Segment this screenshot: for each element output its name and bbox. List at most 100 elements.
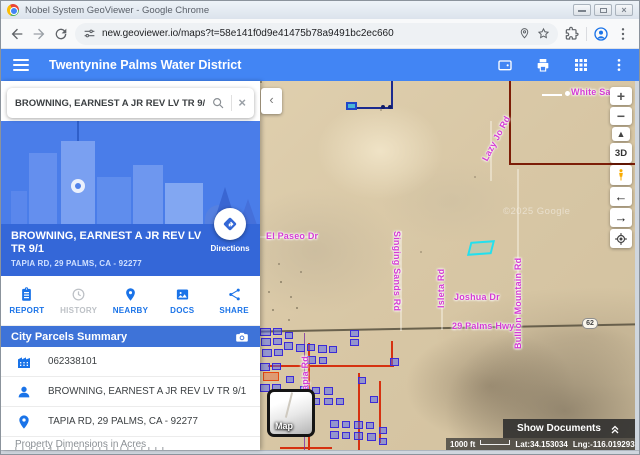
summary-row-apn[interactable]: 062338101 — [1, 347, 260, 377]
action-nearby-button[interactable]: NEARBY — [105, 276, 157, 325]
selected-parcel[interactable] — [263, 372, 279, 381]
parcel[interactable] — [342, 421, 350, 428]
zoom-out-button[interactable]: − — [610, 107, 632, 125]
address-bar[interactable]: new.geoviewer.io/maps?t=58e141f0d9e41475… — [75, 23, 558, 45]
search-input[interactable]: BROWNING, EARNEST A JR REV LV TR 9/1 — [15, 98, 205, 109]
apps-grid-icon[interactable] — [573, 57, 589, 73]
action-docs-button[interactable]: DOCS — [156, 276, 208, 325]
parcel[interactable] — [273, 338, 282, 345]
clipped-value-row — [15, 447, 165, 450]
parcel[interactable] — [261, 338, 271, 346]
parcel[interactable] — [319, 357, 327, 364]
my-location-icon[interactable] — [610, 229, 632, 248]
history-icon — [71, 287, 86, 302]
parcel[interactable] — [274, 349, 283, 356]
reload-icon[interactable] — [53, 26, 69, 42]
browser-menu-icon[interactable] — [615, 26, 631, 42]
forward-icon[interactable] — [31, 26, 47, 42]
history-forward-button[interactable]: → — [610, 208, 632, 227]
map-type-toggle[interactable]: Map — [267, 389, 315, 437]
parcel[interactable] — [354, 432, 363, 440]
parcel[interactable] — [358, 377, 366, 384]
summary-row-address[interactable]: TAPIA RD, 29 PALMS, CA - 92277 — [1, 407, 260, 437]
location-pin-icon[interactable] — [518, 27, 531, 40]
parcel[interactable] — [296, 344, 305, 352]
directions-button[interactable] — [214, 208, 246, 240]
show-documents-button[interactable]: Show Documents — [503, 419, 635, 438]
map-canvas[interactable]: 62 ©2025 Google ‹ + − ▲ 3D ← → Map Show … — [260, 81, 635, 450]
place-info: BROWNING, EARNEST A JR REV LV TR 9/1 TAP… — [1, 224, 260, 276]
back-icon[interactable] — [9, 26, 25, 42]
place-illustration — [1, 121, 260, 224]
parcel[interactable] — [379, 427, 387, 434]
map-label-isleta-rd: Isleta Rd — [436, 269, 446, 308]
minimize-button[interactable] — [573, 4, 591, 16]
parcel[interactable] — [390, 358, 399, 366]
app-menu-dots-icon[interactable] — [611, 57, 627, 73]
address-icon — [16, 414, 32, 430]
parcel[interactable] — [324, 387, 333, 395]
collapse-panel-icon[interactable]: ‹ — [261, 88, 282, 114]
pipeline-marker[interactable] — [346, 102, 357, 110]
clear-search-icon[interactable]: × — [238, 96, 246, 110]
menu-hamburger-icon[interactable] — [13, 59, 29, 71]
maximize-button[interactable] — [594, 4, 612, 16]
parcel[interactable] — [367, 433, 376, 441]
report-icon — [19, 287, 34, 302]
search-icon[interactable] — [211, 96, 225, 110]
parcel[interactable] — [318, 345, 327, 353]
parcel[interactable] — [336, 398, 344, 405]
parcel[interactable] — [329, 346, 337, 353]
parcel[interactable] — [330, 420, 339, 428]
bookmark-star-icon[interactable] — [537, 27, 550, 40]
parcel[interactable] — [350, 330, 359, 337]
camera-icon[interactable] — [234, 330, 250, 344]
action-report-button[interactable]: REPORT — [1, 276, 53, 325]
close-button[interactable]: × — [615, 4, 633, 16]
parcel[interactable] — [330, 431, 339, 439]
parcel[interactable] — [272, 363, 281, 370]
parcel[interactable] — [260, 328, 271, 336]
action-label: NEARBY — [113, 306, 149, 315]
tilt-button[interactable]: ▲ — [612, 127, 630, 141]
parcel[interactable] — [366, 422, 374, 429]
parcel[interactable] — [379, 438, 387, 445]
print-icon[interactable] — [535, 57, 551, 73]
action-history-button[interactable]: HISTORY — [53, 276, 105, 325]
place-title: BROWNING, EARNEST A JR REV LV TR 9/1 — [11, 230, 206, 256]
basemap-icon[interactable] — [497, 57, 513, 73]
map-label-bullion-mountain-rd: Bullion Mountain Rd — [513, 258, 523, 349]
parcel[interactable] — [284, 342, 293, 350]
scale-bar — [480, 440, 510, 445]
parcel[interactable] — [286, 376, 294, 383]
parcel[interactable] — [285, 332, 293, 339]
water-main-line — [280, 447, 332, 449]
extensions-icon[interactable] — [564, 26, 580, 42]
summary-row-text: TAPIA RD, 29 PALMS, CA - 92277 — [48, 416, 198, 427]
summary-row-text: BROWNING, EARNEST A JR REV LV TR 9/1 — [48, 386, 246, 397]
parcel[interactable] — [354, 421, 363, 429]
parcel[interactable] — [324, 398, 333, 405]
parcel[interactable] — [350, 339, 359, 346]
site-settings-icon[interactable] — [83, 27, 96, 40]
search-divider — [231, 95, 232, 111]
summary-row-owner[interactable]: BROWNING, EARNEST A JR REV LV TR 9/1 — [1, 377, 260, 407]
profile-avatar-icon[interactable] — [593, 26, 609, 42]
parcel[interactable] — [273, 328, 282, 335]
3d-button[interactable]: 3D — [610, 143, 632, 163]
parcel[interactable] — [307, 344, 315, 351]
parcel[interactable] — [342, 432, 350, 439]
pegman-icon[interactable] — [610, 165, 632, 185]
action-share-button[interactable]: SHARE — [208, 276, 260, 325]
chevron-double-up-icon — [609, 423, 621, 435]
parcel[interactable] — [260, 363, 270, 371]
parcel[interactable] — [262, 349, 272, 357]
measure-line — [542, 94, 562, 96]
url-text[interactable]: new.geoviewer.io/maps?t=58e141f0d9e41475… — [102, 28, 512, 39]
zoom-in-button[interactable]: + — [610, 87, 632, 105]
map-label-singing-sands-rd: Singing Sands Rd — [392, 231, 402, 311]
parcel[interactable] — [370, 396, 378, 403]
highlighted-parcel[interactable] — [467, 240, 495, 256]
measure-dot — [565, 91, 570, 96]
history-back-button[interactable]: ← — [610, 187, 632, 206]
